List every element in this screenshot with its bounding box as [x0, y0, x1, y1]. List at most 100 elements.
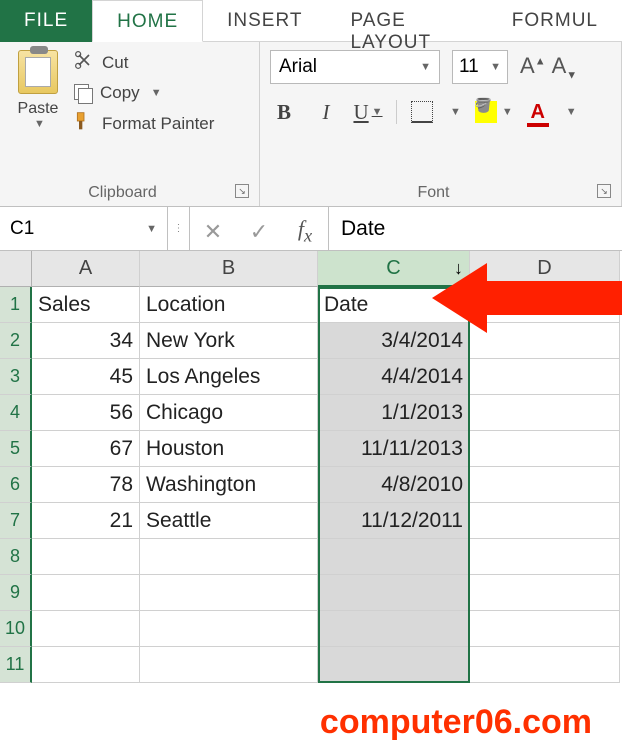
cell[interactable]: 3/4/2014 — [318, 323, 470, 359]
table-row — [32, 647, 622, 683]
cell[interactable] — [470, 575, 620, 611]
increase-font-button[interactable]: A▲ — [520, 53, 546, 81]
name-box[interactable]: C1 ▼ — [0, 207, 168, 250]
cell[interactable] — [470, 539, 620, 575]
row-header[interactable]: 5 — [0, 431, 32, 467]
row-header[interactable]: 1 — [0, 287, 32, 323]
cell[interactable] — [470, 287, 620, 323]
column-header-b[interactable]: B — [140, 251, 318, 287]
cancel-button[interactable]: ✕ — [190, 213, 236, 245]
enter-button[interactable]: ✓ — [236, 213, 282, 245]
tab-home[interactable]: HOME — [92, 0, 203, 42]
cell[interactable] — [470, 395, 620, 431]
fill-color-button[interactable]: ▼ — [475, 101, 513, 123]
row-header[interactable]: 3 — [0, 359, 32, 395]
cell[interactable]: 45 — [32, 359, 140, 395]
table-row — [32, 611, 622, 647]
tab-insert[interactable]: INSERT — [203, 0, 326, 41]
cell[interactable] — [318, 575, 470, 611]
cell[interactable] — [470, 503, 620, 539]
row-header[interactable]: 7 — [0, 503, 32, 539]
cell[interactable]: Washington — [140, 467, 318, 503]
insert-function-button[interactable]: fx — [282, 210, 328, 246]
row-header[interactable]: 4 — [0, 395, 32, 431]
cell[interactable]: Chicago — [140, 395, 318, 431]
group-font: Arial ▼ 11 ▼ A▲ A▼ B I U▼ ▼ — [260, 42, 622, 206]
down-arrow-cursor-icon: ↓ — [454, 258, 463, 279]
copy-button[interactable]: Copy ▼ — [74, 83, 214, 103]
chevron-down-icon: ▼ — [34, 118, 45, 130]
row-header[interactable]: 6 — [0, 467, 32, 503]
row-header[interactable]: 9 — [0, 575, 32, 611]
row-headers: 1234567891011 — [0, 251, 32, 683]
cell[interactable]: 34 — [32, 323, 140, 359]
cut-label: Cut — [102, 53, 128, 73]
cell[interactable]: 1/1/2013 — [318, 395, 470, 431]
cell[interactable]: Location — [140, 287, 318, 323]
underline-button[interactable]: U▼ — [354, 98, 382, 126]
cell[interactable] — [140, 575, 318, 611]
tab-page-layout[interactable]: PAGE LAYOUT — [326, 0, 487, 41]
cell[interactable] — [470, 647, 620, 683]
cell[interactable]: 11/12/2011 — [318, 503, 470, 539]
cell[interactable]: 56 — [32, 395, 140, 431]
cell[interactable]: 11/11/2013 — [318, 431, 470, 467]
paste-button[interactable]: Paste ▼ — [10, 50, 66, 136]
cell[interactable] — [140, 647, 318, 683]
cell[interactable] — [32, 611, 140, 647]
cut-button[interactable]: Cut — [74, 50, 214, 75]
font-name-select[interactable]: Arial ▼ — [270, 50, 440, 84]
bold-button[interactable]: B — [270, 98, 298, 126]
name-box-value: C1 — [10, 218, 34, 240]
dialog-launcher-icon[interactable]: ↘ — [597, 184, 611, 198]
table-row: 78Washington4/8/2010 — [32, 467, 622, 503]
italic-button[interactable]: I — [312, 98, 340, 126]
column-header-c[interactable]: C ↓ — [318, 251, 470, 287]
tab-formulas[interactable]: FORMUL — [488, 0, 622, 41]
cell[interactable] — [470, 611, 620, 647]
table-row: 45Los Angeles4/4/2014 — [32, 359, 622, 395]
formula-input[interactable]: Date — [329, 207, 622, 250]
cell[interactable]: 21 — [32, 503, 140, 539]
column-header-c-label: C — [386, 257, 400, 280]
cell[interactable]: New York — [140, 323, 318, 359]
cell[interactable]: Date — [318, 287, 470, 323]
worksheet-grid[interactable]: 1234567891011 A B C ↓ D SalesLocationDat… — [0, 251, 622, 683]
cell[interactable] — [32, 647, 140, 683]
row-header[interactable]: 10 — [0, 611, 32, 647]
row-header[interactable]: 8 — [0, 539, 32, 575]
column-header-a[interactable]: A — [32, 251, 140, 287]
decrease-font-button[interactable]: A▼ — [552, 53, 578, 81]
cell[interactable] — [318, 647, 470, 683]
cell[interactable] — [470, 323, 620, 359]
cell[interactable]: Houston — [140, 431, 318, 467]
data-rows: SalesLocationDate34New York3/4/201445Los… — [32, 287, 622, 683]
cell[interactable]: 4/4/2014 — [318, 359, 470, 395]
cell[interactable]: 78 — [32, 467, 140, 503]
cell[interactable] — [32, 575, 140, 611]
select-all-corner[interactable] — [0, 251, 32, 287]
watermark: computer06.com — [0, 683, 622, 752]
tab-file[interactable]: FILE — [0, 0, 92, 42]
row-header[interactable]: 2 — [0, 323, 32, 359]
cell[interactable] — [470, 359, 620, 395]
cell[interactable]: Seattle — [140, 503, 318, 539]
cell[interactable] — [470, 467, 620, 503]
font-color-button[interactable]: A — [527, 101, 549, 124]
cell[interactable]: Los Angeles — [140, 359, 318, 395]
font-size-select[interactable]: 11 ▼ — [452, 50, 508, 84]
cell[interactable] — [140, 611, 318, 647]
cell[interactable] — [318, 611, 470, 647]
cell[interactable]: 67 — [32, 431, 140, 467]
cell[interactable] — [140, 539, 318, 575]
cell[interactable]: Sales — [32, 287, 140, 323]
cell[interactable]: 4/8/2010 — [318, 467, 470, 503]
cell[interactable] — [32, 539, 140, 575]
cell[interactable] — [470, 431, 620, 467]
dialog-launcher-icon[interactable]: ↘ — [235, 184, 249, 198]
borders-button[interactable] — [411, 101, 433, 123]
row-header[interactable]: 11 — [0, 647, 32, 683]
format-painter-button[interactable]: Format Painter — [74, 111, 214, 136]
column-header-d[interactable]: D — [470, 251, 620, 287]
cell[interactable] — [318, 539, 470, 575]
